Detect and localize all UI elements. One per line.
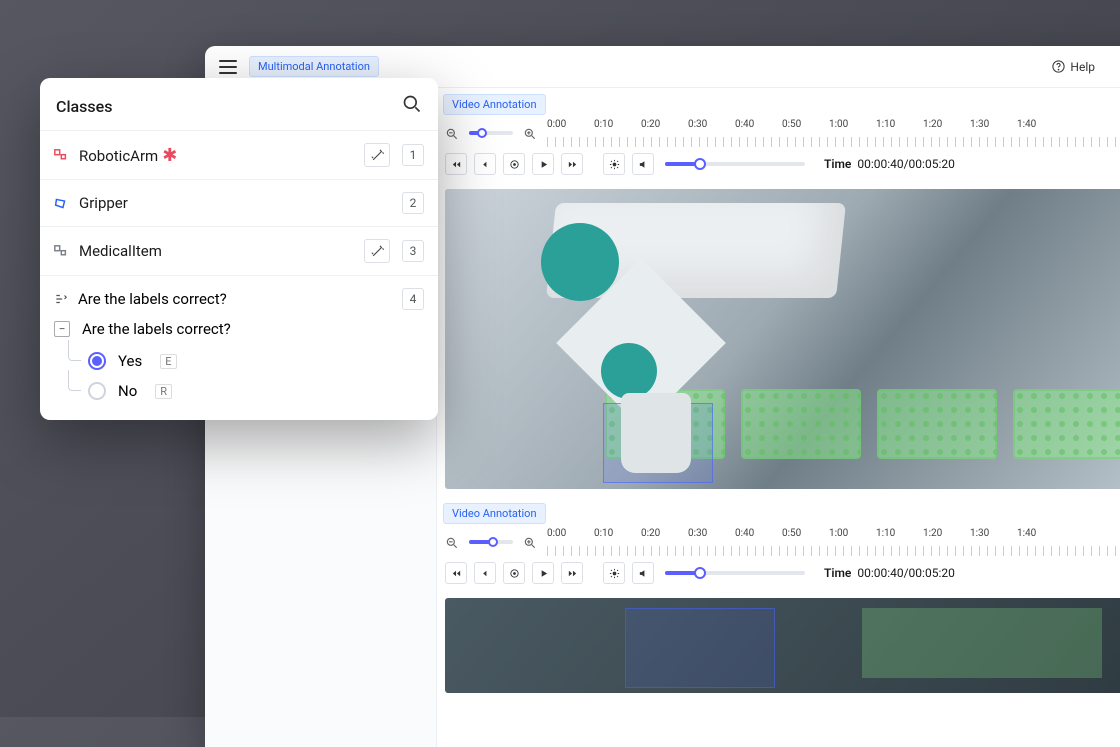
classification-question-block: Are the labels correct? 4 − Are the labe…	[40, 275, 438, 420]
rewind-button[interactable]	[445, 562, 467, 584]
magic-wand-icon[interactable]	[364, 239, 390, 263]
video-frame-2[interactable]	[445, 598, 1120, 693]
polygon-icon	[54, 197, 67, 210]
timeline-1: 0:000:100:200:300:400:501:001:101:201:30…	[437, 115, 1120, 181]
volume-button[interactable]	[632, 562, 654, 584]
annotation-box[interactable]	[625, 608, 775, 688]
video-annotation-tag: Video Annotation	[443, 94, 546, 115]
rewind-button[interactable]	[445, 153, 467, 175]
settings-button[interactable]	[603, 562, 625, 584]
zoom-slider[interactable]	[469, 540, 513, 544]
help-button[interactable]: Help	[1051, 59, 1095, 74]
zoom-in-icon[interactable]	[523, 535, 537, 549]
tick-labels: 0:000:100:200:300:400:501:001:101:201:30…	[547, 119, 1120, 130]
classes-panel: Classes RoboticArm✱ 1 Gripper 2 MedicalI…	[40, 78, 438, 420]
volume-button[interactable]	[632, 153, 654, 175]
tick-labels: 0:000:100:200:300:400:501:001:101:201:30…	[547, 528, 1120, 539]
search-icon[interactable]	[402, 94, 422, 118]
shortcut-key: 3	[402, 240, 424, 262]
option-hotkey: R	[155, 384, 172, 399]
class-row-roboticarm[interactable]: RoboticArm✱ 1	[40, 130, 438, 179]
classes-panel-title: Classes	[56, 97, 112, 116]
timeline-2: 0:000:100:200:300:400:501:001:101:201:30…	[437, 524, 1120, 590]
settings-button[interactable]	[603, 153, 625, 175]
zoom-in-icon[interactable]	[523, 126, 537, 140]
stop-button[interactable]	[503, 153, 525, 175]
time-display: Time 00:00:40/00:05:20	[824, 157, 955, 171]
radio-unselected-icon[interactable]	[88, 382, 106, 400]
class-name: RoboticArm	[79, 147, 158, 165]
classification-label: Are the labels correct?	[78, 290, 392, 308]
video-annotation-tag: Video Annotation	[443, 503, 546, 524]
play-button[interactable]	[532, 562, 554, 584]
stop-button[interactable]	[503, 562, 525, 584]
class-name: MedicalItem	[79, 242, 352, 260]
fast-forward-button[interactable]	[561, 562, 583, 584]
main-column: Video Annotation 0:000:100:200:300:400:5…	[437, 88, 1120, 747]
help-label: Help	[1070, 60, 1095, 74]
zoom-out-icon[interactable]	[445, 535, 459, 549]
time-ruler[interactable]: 0:000:100:200:300:400:501:001:101:201:30…	[547, 528, 1120, 556]
zoom-out-icon[interactable]	[445, 126, 459, 140]
classification-row[interactable]: Are the labels correct? 4	[54, 276, 424, 310]
required-icon: ✱	[162, 145, 177, 166]
shortcut-key: 1	[402, 144, 424, 166]
shortcut-key: 2	[402, 192, 424, 214]
fast-forward-button[interactable]	[561, 153, 583, 175]
product-tag: Multimodal Annotation	[249, 56, 379, 77]
bbox-icon	[54, 245, 67, 258]
help-icon	[1051, 59, 1066, 74]
collapse-icon[interactable]: −	[54, 321, 70, 337]
option-no[interactable]: No R	[54, 376, 424, 406]
option-yes[interactable]: Yes E	[54, 346, 424, 376]
class-row-medicalitem[interactable]: MedicalItem 3	[40, 226, 438, 275]
option-label: Yes	[118, 352, 142, 370]
volume-slider[interactable]	[665, 162, 805, 166]
classification-icon	[54, 292, 68, 306]
shortcut-key: 4	[402, 288, 424, 310]
class-name: Gripper	[79, 194, 390, 212]
bbox-icon	[54, 149, 67, 162]
time-ruler[interactable]: 0:000:100:200:300:400:501:001:101:201:30…	[547, 119, 1120, 147]
class-row-gripper[interactable]: Gripper 2	[40, 179, 438, 226]
step-back-button[interactable]	[474, 562, 496, 584]
question-text: Are the labels correct?	[82, 320, 231, 338]
zoom-slider[interactable]	[469, 131, 513, 135]
play-button[interactable]	[532, 153, 554, 175]
video-frame-1[interactable]	[445, 189, 1120, 489]
option-label: No	[118, 382, 137, 400]
hamburger-menu-icon[interactable]	[219, 60, 237, 74]
step-back-button[interactable]	[474, 153, 496, 175]
option-hotkey: E	[160, 354, 176, 369]
radio-selected-icon[interactable]	[88, 352, 106, 370]
time-display: Time 00:00:40/00:05:20	[824, 566, 955, 580]
volume-slider[interactable]	[665, 571, 805, 575]
magic-wand-icon[interactable]	[364, 143, 390, 167]
